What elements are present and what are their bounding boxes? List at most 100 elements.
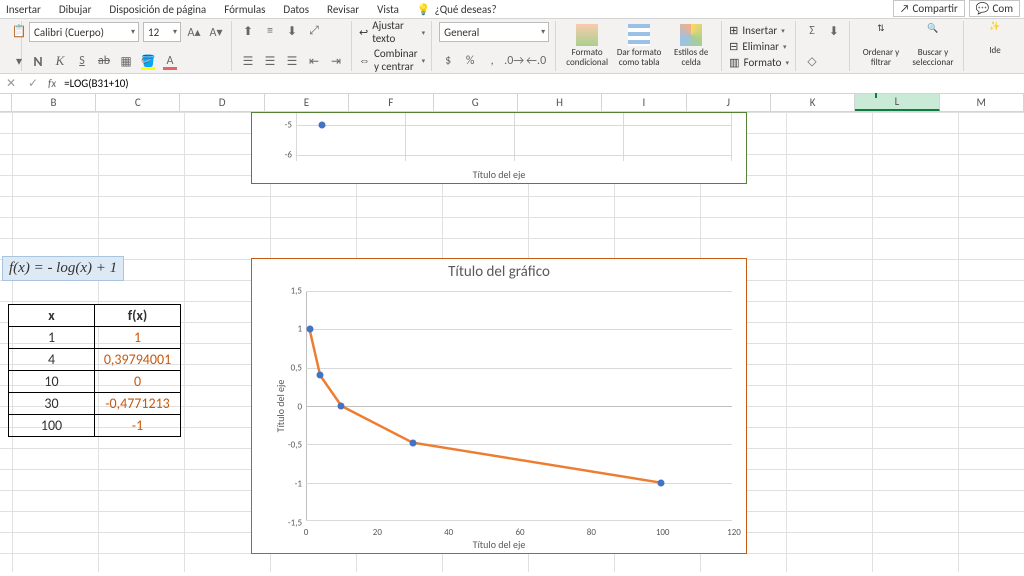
autosum-icon[interactable]: Σ bbox=[803, 22, 821, 40]
chart-point bbox=[338, 403, 345, 410]
indent-dec-icon[interactable]: ⇤ bbox=[305, 52, 323, 70]
share-icon: ↗ bbox=[900, 2, 910, 15]
table-row: 11 bbox=[9, 327, 181, 349]
fill-icon[interactable]: ⬇ bbox=[825, 22, 843, 40]
decrease-font-icon[interactable]: A▾ bbox=[207, 23, 225, 41]
increase-font-icon[interactable]: A▴ bbox=[185, 23, 203, 41]
menu-insertar[interactable]: Insertar bbox=[6, 3, 41, 16]
table-icon bbox=[628, 24, 650, 46]
menu-revisar[interactable]: Revisar bbox=[327, 3, 359, 16]
table-header-fx: f(x) bbox=[95, 305, 181, 327]
currency-icon[interactable]: $ bbox=[439, 52, 457, 70]
ideas-button[interactable]: ✨ Ide bbox=[971, 22, 1019, 56]
table-row: 40,39794001 bbox=[9, 349, 181, 371]
orientation-icon[interactable]: ⤢ bbox=[305, 22, 323, 40]
chart-top[interactable]: -5 -6 Título del eje bbox=[251, 112, 747, 184]
format-icon: ▥ bbox=[729, 56, 739, 69]
menu-bar: Insertar Dibujar Disposición de página F… bbox=[0, 0, 1024, 18]
xtick: 120 bbox=[727, 527, 741, 538]
conditional-format-button[interactable]: Formato condicional bbox=[563, 24, 611, 68]
merge-center-button[interactable]: ⇔ Combinar y centrar▾ bbox=[359, 50, 425, 70]
col-J[interactable]: J bbox=[687, 94, 771, 111]
ytick: -1,5 bbox=[280, 518, 302, 529]
border-button[interactable]: ▦ bbox=[117, 52, 135, 70]
chart-point bbox=[319, 122, 326, 129]
find-select-button[interactable]: 🔍 Buscar y seleccionar bbox=[909, 24, 957, 68]
table-row: 30-0,4771213 bbox=[9, 393, 181, 415]
align-bottom-icon[interactable]: ⬇ bbox=[283, 22, 301, 40]
sort-filter-button[interactable]: ⇅ Ordenar y filtrar bbox=[857, 24, 905, 68]
delete-cells-button[interactable]: ⊟Eliminar▾ bbox=[729, 38, 789, 54]
percent-icon[interactable]: % bbox=[461, 52, 479, 70]
col-D[interactable]: D bbox=[180, 94, 264, 111]
ytick: -5 bbox=[274, 120, 292, 131]
chart-point bbox=[306, 326, 313, 333]
font-name-select[interactable]: Calibri (Cuerpo)▾ bbox=[29, 22, 139, 42]
cell-styles-button[interactable]: Estilos de celda bbox=[667, 24, 715, 68]
menu-formulas[interactable]: Fórmulas bbox=[224, 3, 265, 16]
align-top-icon[interactable]: ⬆ bbox=[239, 22, 257, 40]
col-M[interactable]: M bbox=[940, 94, 1024, 111]
xtick: 20 bbox=[373, 527, 382, 538]
dec-decimal-icon[interactable]: ←.0 bbox=[527, 52, 545, 70]
menu-vista[interactable]: Vista bbox=[377, 3, 399, 16]
menu-datos[interactable]: Datos bbox=[283, 3, 309, 16]
align-right-icon[interactable]: ☰ bbox=[283, 52, 301, 70]
cancel-formula-icon[interactable]: ✕ bbox=[0, 76, 22, 91]
sort-icon: ⇅ bbox=[870, 24, 892, 46]
inc-decimal-icon[interactable]: .0→ bbox=[505, 52, 523, 70]
chart-point bbox=[317, 372, 324, 379]
col-K[interactable]: K bbox=[771, 94, 855, 111]
number-format-select[interactable]: General▾ bbox=[439, 22, 549, 42]
strike-button[interactable]: ab bbox=[95, 52, 113, 70]
clear-icon[interactable]: ◇ bbox=[803, 52, 821, 70]
align-left-icon[interactable]: ☰ bbox=[239, 52, 257, 70]
menu-dibujar[interactable]: Dibujar bbox=[59, 3, 92, 16]
align-middle-icon[interactable]: ≡ bbox=[261, 22, 279, 40]
ytick: 0,5 bbox=[280, 363, 302, 374]
table-row: 100 bbox=[9, 371, 181, 393]
xtick: 100 bbox=[656, 527, 670, 538]
fill-color-button[interactable]: 🪣 bbox=[139, 52, 157, 70]
align-center-icon[interactable]: ☰ bbox=[261, 52, 279, 70]
col-I[interactable]: I bbox=[602, 94, 686, 111]
insert-cells-button[interactable]: ⊞Insertar▾ bbox=[729, 22, 789, 38]
col-L[interactable]: L bbox=[855, 94, 939, 111]
bold-button[interactable]: N bbox=[29, 52, 47, 70]
ytick: -0,5 bbox=[280, 440, 302, 451]
format-as-table-button[interactable]: Dar formato como tabla bbox=[615, 24, 663, 68]
formula-expression: f(x) = - log(x) + 1 bbox=[2, 256, 124, 281]
spreadsheet-grid[interactable]: f(x) = - log(x) + 1 xf(x) 11 40,39794001… bbox=[0, 112, 1024, 572]
col-E[interactable]: E bbox=[265, 94, 349, 111]
font-size-select[interactable]: 12▾ bbox=[143, 22, 181, 42]
col-C[interactable]: C bbox=[96, 94, 180, 111]
accept-formula-icon[interactable]: ✓ bbox=[22, 76, 44, 91]
col-F[interactable]: F bbox=[349, 94, 433, 111]
wrap-text-button[interactable]: ↩ Ajustar texto▾ bbox=[359, 22, 425, 42]
formula-input[interactable] bbox=[60, 77, 1024, 90]
fx-icon[interactable]: fx bbox=[44, 77, 60, 90]
ytick: 1,5 bbox=[280, 286, 302, 297]
col-H[interactable]: H bbox=[518, 94, 602, 111]
menu-disposicion[interactable]: Disposición de página bbox=[109, 3, 206, 16]
ribbon: 📋 ▾ Calibri (Cuerpo)▾ 12▾ A▴ A▾ N K S ab… bbox=[0, 18, 1024, 74]
indent-inc-icon[interactable]: ⇥ bbox=[327, 52, 345, 70]
format-cells-button[interactable]: ▥Formato▾ bbox=[729, 54, 789, 70]
ytick: -1 bbox=[280, 479, 302, 490]
comments-button[interactable]: 💬 Com bbox=[969, 0, 1020, 17]
xtick: 40 bbox=[444, 527, 453, 538]
chart-main[interactable]: Título del gráfico Título del eje 1,5 1 … bbox=[251, 258, 747, 554]
comma-icon[interactable]: , bbox=[483, 52, 501, 70]
tell-me-search[interactable]: 💡 ¿Qué deseas? bbox=[417, 3, 497, 16]
col-G[interactable]: G bbox=[434, 94, 518, 111]
share-button[interactable]: ↗ Compartir bbox=[893, 0, 965, 17]
font-color-button[interactable]: A bbox=[161, 52, 179, 70]
cond-format-icon bbox=[576, 24, 598, 46]
chart-title[interactable]: Título del gráfico bbox=[252, 259, 746, 283]
underline-button[interactable]: S bbox=[73, 52, 91, 70]
italic-button[interactable]: K bbox=[51, 52, 69, 70]
axis-title-x: Título del eje bbox=[252, 538, 746, 551]
col-B[interactable]: B bbox=[12, 94, 96, 111]
table-row: 100-1 bbox=[9, 415, 181, 437]
delete-icon: ⊟ bbox=[729, 40, 738, 53]
